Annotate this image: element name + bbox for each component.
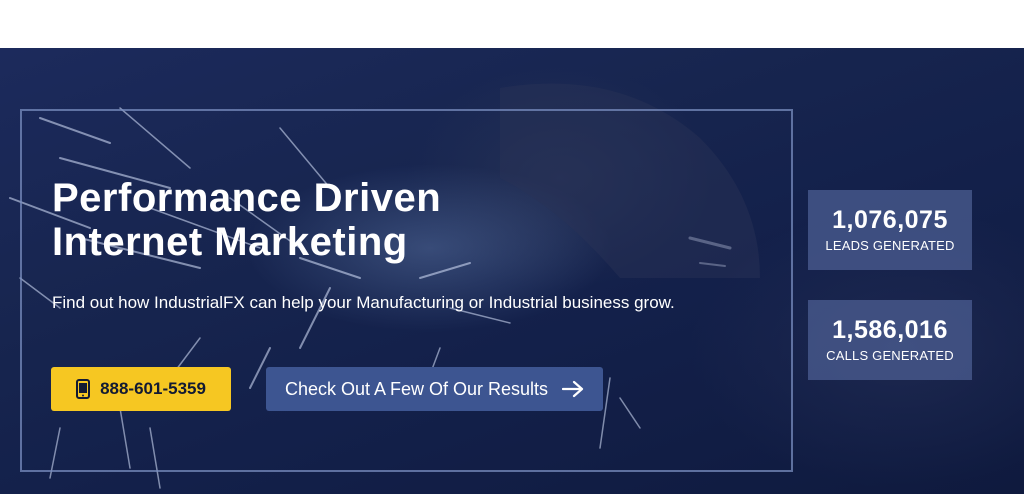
phone-call-label: 888-601-5359 (100, 379, 206, 398)
hero-banner: Performance Driven Internet Marketing Fi… (0, 48, 1024, 494)
view-results-label: Check Out A Few Of Our Results (284, 378, 549, 399)
stat-value: 1,586,016 (832, 316, 948, 344)
view-results-button[interactable]: Check Out A Few Of Our Results (266, 367, 603, 411)
headline-line-1: Performance Driven (52, 176, 442, 220)
stat-label: LEADS GENERATED (825, 238, 955, 253)
hero-frame (20, 109, 793, 472)
top-bar (0, 0, 1024, 48)
hero-subtext: Find out how IndustrialFX can help your … (52, 293, 675, 312)
stat-value: 1,076,075 (832, 206, 948, 234)
stat-leads-generated: 1,076,075 LEADS GENERATED (808, 190, 972, 270)
stat-label: CALLS GENERATED (826, 348, 954, 363)
arrow-right-icon (562, 380, 584, 398)
mobile-phone-icon (76, 379, 91, 399)
stat-calls-generated: 1,586,016 CALLS GENERATED (808, 300, 972, 380)
headline-line-2: Internet Marketing (52, 220, 408, 264)
phone-call-button[interactable]: 888-601-5359 (51, 367, 231, 411)
hero-headline: Performance Driven Internet Marketing (52, 176, 612, 264)
